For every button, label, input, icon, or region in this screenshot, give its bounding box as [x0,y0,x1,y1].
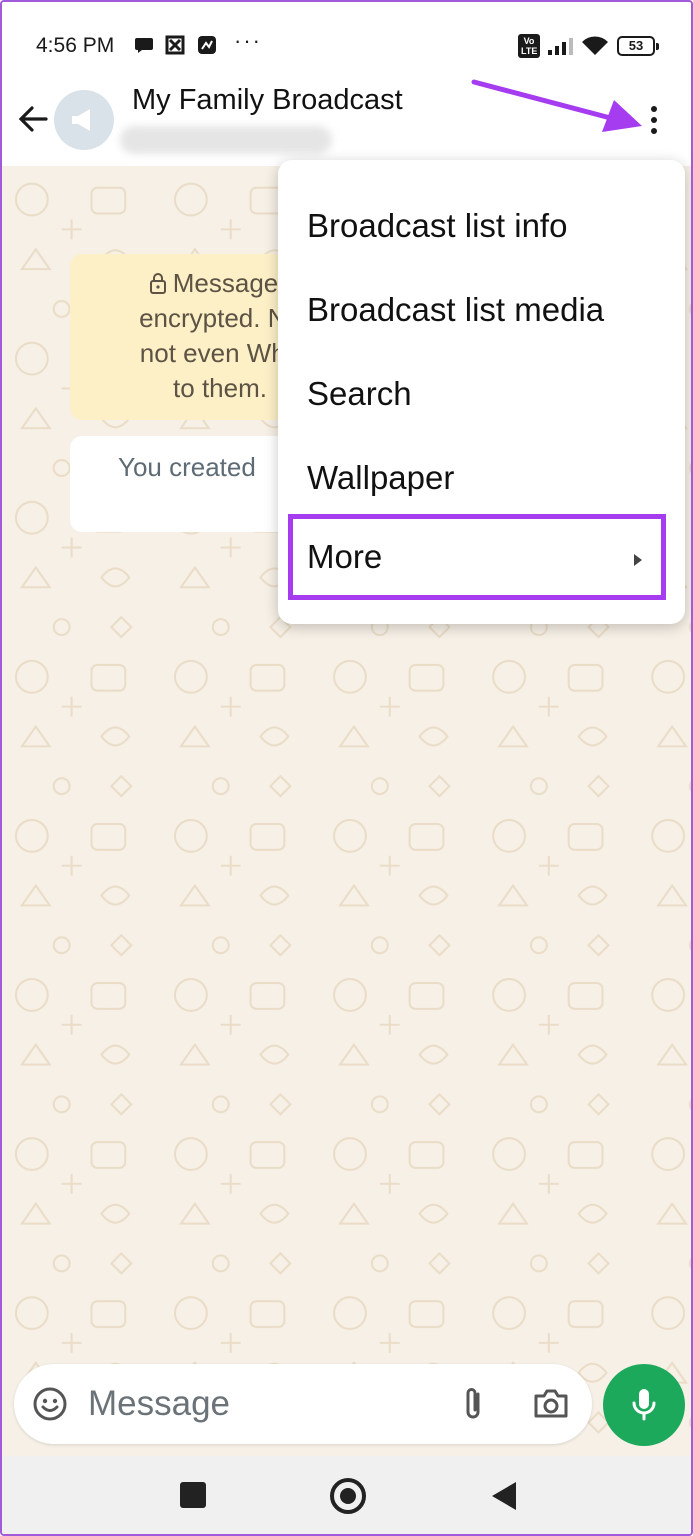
back-triangle-icon[interactable] [490,1480,518,1512]
home-circle-icon[interactable] [330,1478,366,1514]
menu-item-search[interactable]: Search [278,352,685,436]
status-time: 4:56 PM [36,34,115,57]
annotation-arrow-icon [471,79,642,132]
blurred-subtitle [120,126,332,154]
notice-line-1: Messages [172,268,292,298]
back-arrow-icon[interactable] [16,102,50,136]
app-icon [165,35,185,55]
screen-frame: 4:56 PM ··· Vo LTE 53 Messages encrypted… [0,0,693,1536]
dot-icon [651,106,657,112]
wifi-icon [582,36,608,55]
recents-square-icon[interactable] [180,1482,206,1508]
chat-bubble-icon [135,38,153,53]
menu-item-more-label: More [307,538,383,575]
menu-item-broadcast-list-info[interactable]: Broadcast list info [278,184,685,268]
megaphone-icon [72,109,90,131]
overflow-dropdown-menu: Broadcast list info Broadcast list media… [278,160,685,624]
battery-icon: 53 [617,36,659,56]
message-composer [14,1364,592,1444]
paperclip-icon[interactable] [458,1384,490,1424]
system-nav-bar [2,1456,691,1534]
created-text: You created [118,452,256,482]
emoji-icon[interactable] [32,1386,68,1422]
message-input[interactable] [88,1378,428,1430]
voice-message-button[interactable] [603,1364,685,1446]
avatar[interactable] [54,90,114,150]
microphone-icon [632,1389,656,1421]
menu-item-broadcast-list-media[interactable]: Broadcast list media [278,268,685,352]
chat-title[interactable]: My Family Broadcast [132,84,403,117]
status-bar: 4:56 PM ··· Vo LTE 53 [2,2,691,82]
volte-icon: Vo LTE [518,34,540,58]
notification-icons [134,34,218,56]
more-notifications-icon: ··· [234,28,262,53]
menu-item-more[interactable]: More [288,514,666,600]
system-icons: Vo LTE 53 [518,34,659,58]
menu-item-wallpaper[interactable]: Wallpaper [278,436,685,520]
lock-icon [149,273,166,294]
chevron-right-icon [634,554,642,566]
camera-icon[interactable] [532,1386,570,1422]
dot-icon [651,128,657,134]
app-icon [198,36,216,54]
signal-icon [548,37,573,55]
dot-icon [651,117,657,123]
